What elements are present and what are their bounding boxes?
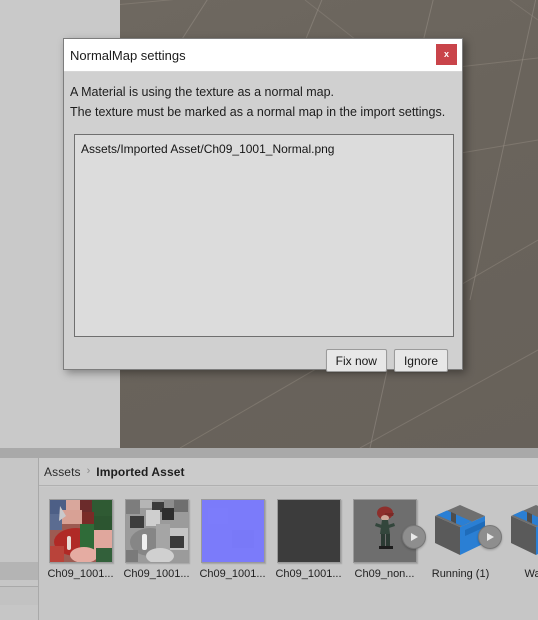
unity-editor-window: Assets › Imported Asset Ch09_1001... Ch09… [0, 0, 538, 620]
asset-item[interactable]: Ch09_1001... [46, 499, 115, 581]
asset-thumbnail[interactable] [352, 499, 426, 563]
list-item[interactable]: Assets/Imported Asset/Ch09_1001_Normal.p… [81, 141, 453, 157]
prefab-icon [505, 499, 538, 563]
ignore-button[interactable]: Ignore [393, 349, 448, 372]
asset-item[interactable]: Ch09_1001... [274, 499, 343, 581]
asset-label: Ch09_1001... [275, 568, 342, 580]
texture-color-icon [48, 499, 113, 563]
texture-gray-icon [124, 499, 189, 563]
project-panel: Assets › Imported Asset Ch09_1001... Ch09… [0, 458, 538, 620]
asset-thumbnail[interactable] [276, 499, 341, 563]
asset-label: Running (1) [431, 568, 490, 580]
normalmap-settings-dialog: NormalMap settings x A Material is using… [63, 38, 463, 372]
breadcrumb-root[interactable]: Assets [44, 465, 81, 479]
folder-tree-row[interactable] [0, 586, 38, 605]
texture-dark-icon [276, 499, 341, 563]
dialog-titlebar[interactable]: NormalMap settings x [64, 39, 462, 72]
asset-thumbnail[interactable] [48, 499, 113, 563]
asset-item[interactable]: Ch09_non... [350, 499, 426, 581]
asset-thumbnail[interactable] [124, 499, 189, 563]
asset-item[interactable]: Walk [502, 499, 538, 581]
chevron-right-icon: › [86, 465, 91, 477]
play-icon[interactable] [401, 525, 426, 549]
breadcrumb: Assets › Imported Asset [39, 458, 538, 486]
project-folder-tree[interactable] [0, 458, 39, 620]
asset-label: Ch09_1001... [123, 568, 190, 580]
folder-tree-row[interactable] [0, 562, 38, 580]
asset-item[interactable]: Running (1) [426, 499, 502, 581]
asset-item[interactable]: Ch09_1001... [122, 499, 191, 581]
asset-thumbnail[interactable] [429, 499, 502, 563]
dialog-body: A Material is using the texture as a nor… [64, 72, 462, 372]
dialog-button-row: Fix now Ignore [70, 337, 457, 372]
dialog-message-line-1: A Material is using the texture as a nor… [70, 85, 335, 99]
texture-normal-icon [200, 499, 265, 563]
fix-now-button[interactable]: Fix now [325, 349, 387, 372]
asset-item[interactable]: Ch09_1001... [198, 499, 267, 581]
close-icon[interactable]: x [436, 44, 457, 65]
asset-label: Ch09_1001... [47, 568, 114, 580]
affected-assets-listbox[interactable]: Assets/Imported Asset/Ch09_1001_Normal.p… [74, 134, 454, 337]
panel-divider [0, 448, 538, 458]
play-icon[interactable] [477, 525, 502, 549]
asset-label: Ch09_non... [354, 568, 415, 580]
breadcrumb-current[interactable]: Imported Asset [96, 465, 184, 479]
asset-thumbnail[interactable] [200, 499, 265, 563]
asset-thumbnail[interactable] [505, 499, 538, 563]
asset-label: Walk [524, 568, 538, 580]
asset-label: Ch09_1001... [199, 568, 266, 580]
asset-grid[interactable]: Ch09_1001... Ch09_1001... Ch09_1001... Ch09… [39, 487, 538, 620]
dialog-title: NormalMap settings [70, 47, 186, 63]
dialog-message-line-2: The texture must be marked as a normal m… [70, 105, 446, 119]
